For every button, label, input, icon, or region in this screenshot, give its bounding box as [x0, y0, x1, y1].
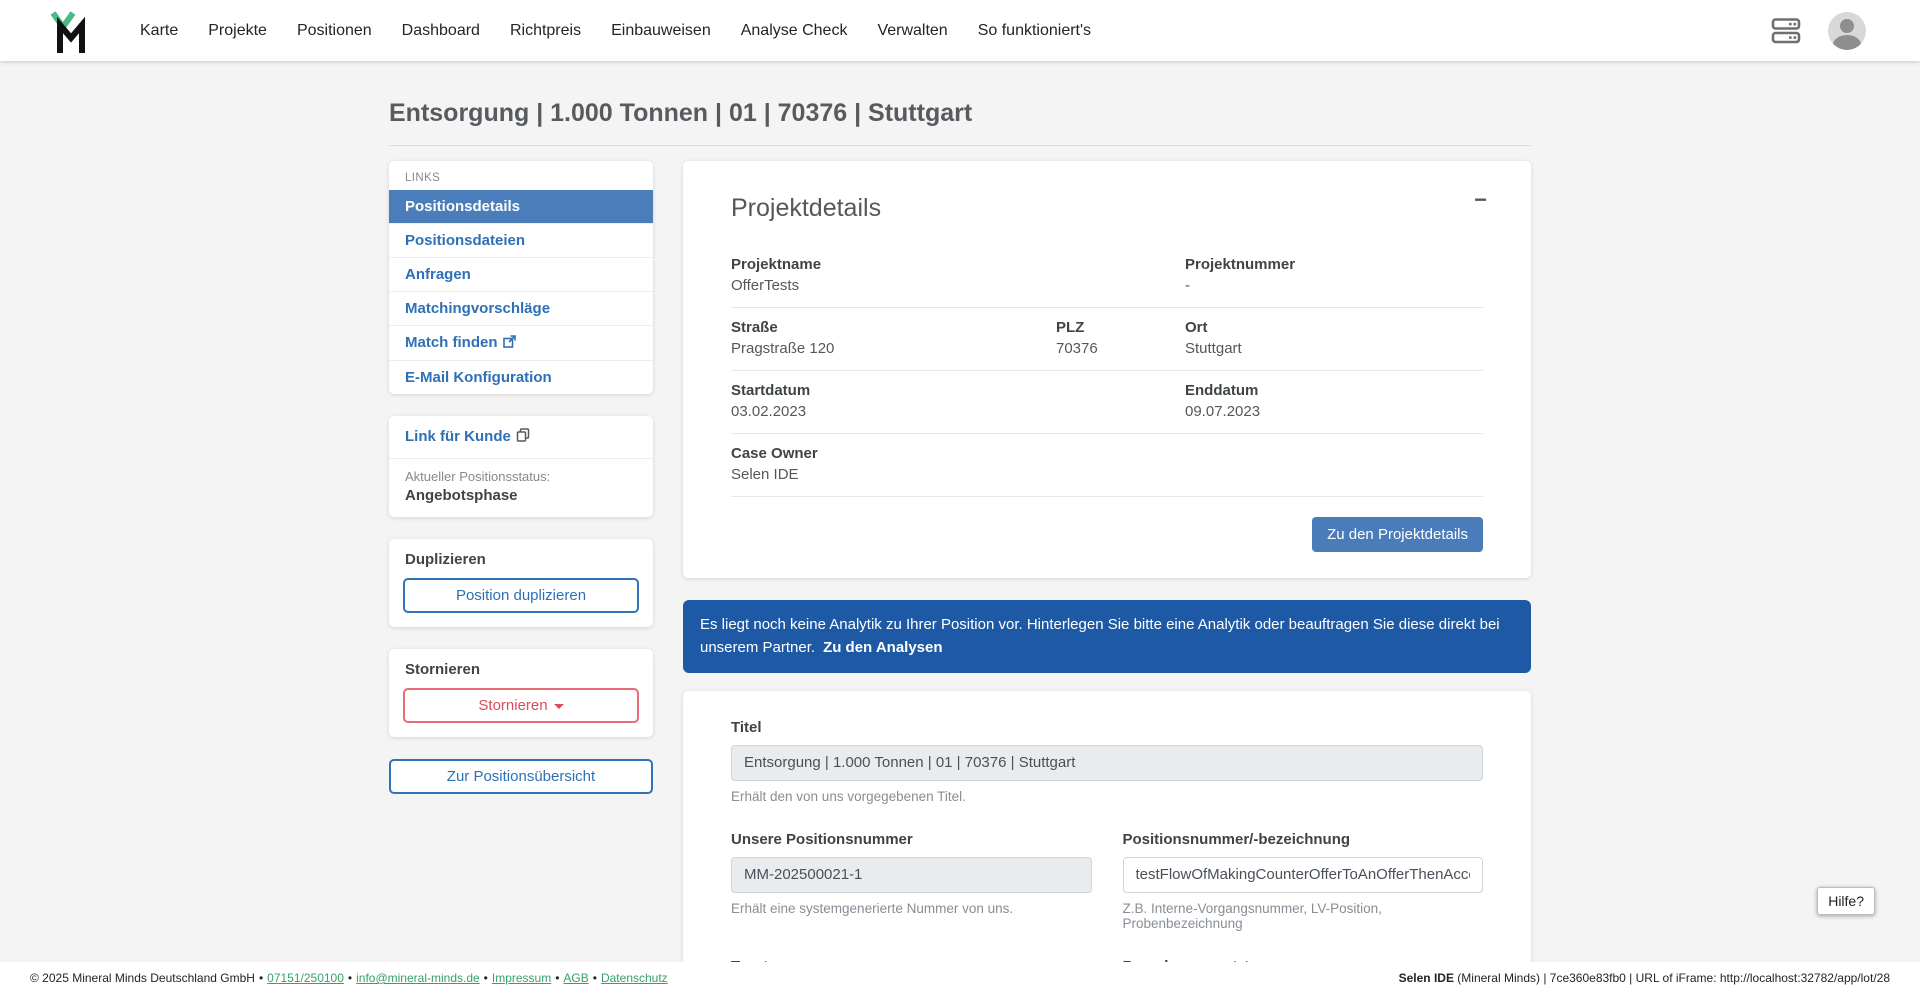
links-card-header: LINKS [405, 172, 441, 184]
positionsnummer-input[interactable] [1122, 856, 1483, 893]
sidebar-item-positionsdateien[interactable]: Positionsdateien [389, 223, 653, 257]
nav-item-richtpreis[interactable]: Richtpreis [495, 0, 596, 61]
field-label: Projektnummer [1185, 256, 1296, 273]
sidebar-item-matchingvorschlaege[interactable]: Matchingvorschläge [389, 291, 653, 325]
titel-input [731, 744, 1483, 781]
position-status-block: Aktueller Positionsstatus: Angebotsphase [389, 458, 653, 517]
stornieren-button[interactable]: Stornieren [403, 688, 639, 723]
sidebar: LINKS Positionsdetails Positionsdateien … [389, 161, 653, 794]
footer-phone-link[interactable]: 07151/250100 [267, 971, 344, 985]
page-content: Entsorgung | 1.000 Tonnen | 01 | 70376 |… [389, 99, 1531, 994]
titel-hint: Erhält den von uns vorgegebenen Titel. [731, 788, 966, 804]
nav-item-so-funktionierts[interactable]: So funktioniert's [963, 0, 1106, 61]
page-title: Entsorgung | 1.000 Tonnen | 01 | 70376 |… [389, 99, 1531, 146]
projektdetails-title: Projektdetails [731, 194, 882, 222]
main-content: Projektdetails − Projektname OfferTests P… [683, 161, 1531, 994]
footer: © 2025 Mineral Minds Deutschland GmbH • 07… [0, 962, 1920, 994]
cancel-heading: Stornieren [405, 661, 481, 678]
cancel-card: Stornieren Stornieren [389, 649, 653, 737]
sidebar-item-positionsdetails[interactable]: Positionsdetails [389, 190, 653, 223]
positionsnummer-hint: Z.B. Interne-Vorgangsnummer, LV-Position… [1122, 900, 1382, 931]
project-row: Straße Pragstraße 120 PLZ 70376 Ort Stuttga… [731, 308, 1483, 371]
link-fuer-kunde-label: Link für Kunde [405, 428, 511, 445]
projektdetails-card: Projektdetails − Projektname OfferTests P… [683, 161, 1531, 578]
nav-item-projekte[interactable]: Projekte [193, 0, 282, 61]
duplicate-heading: Duplizieren [405, 551, 486, 568]
link-fuer-kunde[interactable]: Link für Kunde [389, 416, 653, 458]
nav-item-analyse-check[interactable]: Analyse Check [726, 0, 863, 61]
footer-user: Selen IDE [1398, 971, 1454, 985]
field-value: Pragstraße 120 [731, 340, 835, 357]
nav-item-dashboard[interactable]: Dashboard [387, 0, 495, 61]
titel-label: Titel [731, 718, 762, 736]
field-label: Case Owner [731, 445, 818, 462]
field-value: Selen IDE [731, 466, 799, 483]
footer-email-link[interactable]: info@mineral-minds.de [356, 971, 480, 985]
field-value: 03.02.2023 [731, 403, 807, 420]
nav-item-karte[interactable]: Karte [125, 0, 193, 61]
top-navbar: Karte Projekte Positionen Dashboard Rich… [0, 0, 1920, 61]
collapse-icon[interactable]: − [1474, 189, 1487, 211]
field-label: Enddatum [1185, 382, 1259, 399]
field-value: - [1185, 277, 1190, 294]
user-avatar-icon[interactable] [1828, 11, 1866, 50]
footer-impressum-link[interactable]: Impressum [492, 971, 551, 985]
footer-agb-link[interactable]: AGB [563, 971, 588, 985]
sidebar-item-email-konfiguration[interactable]: E-Mail Konfiguration [389, 360, 653, 394]
positionsnummer-label: Positionsnummer/-bezeichnung [1122, 830, 1351, 848]
position-status-label: Aktueller Positionsstatus: [405, 469, 551, 484]
project-row: Case Owner Selen IDE [731, 434, 1483, 497]
unsere-positionsnummer-label: Unsere Positionsnummer [731, 830, 913, 848]
duplicate-card: Duplizieren Position duplizieren [389, 539, 653, 627]
analytics-info-banner: Es liegt noch keine Analytik zu Ihrer Po… [683, 600, 1531, 673]
field-label: Projektname [731, 256, 822, 273]
position-status-value: Angebotsphase [405, 487, 518, 504]
field-label: Straße [731, 319, 778, 336]
unsere-positionsnummer-hint: Erhält eine systemgenerierte Nummer von … [731, 900, 1014, 916]
external-link-icon [502, 335, 516, 352]
nav-item-verwalten[interactable]: Verwalten [862, 0, 962, 61]
position-form-card: Titel Erhält den von uns vorgegebenen Ti… [683, 690, 1531, 994]
nav-menu: Karte Projekte Positionen Dashboard Rich… [125, 0, 1106, 61]
mineral-minds-logo[interactable] [49, 8, 89, 54]
zu-den-analysen-link[interactable]: Zu den Analysen [823, 639, 942, 656]
banner-text: Es liegt noch keine Analytik zu Ihrer Po… [700, 616, 1500, 657]
status-card: Link für Kunde Aktueller Positionsstatus… [389, 416, 653, 517]
zur-positionsuebersicht-button[interactable]: Zur Positionsübersicht [389, 759, 653, 794]
unsere-positionsnummer-input [731, 856, 1092, 893]
nav-item-einbauweisen[interactable]: Einbauweisen [596, 0, 726, 61]
field-value: Stuttgart [1185, 340, 1242, 357]
sidebar-item-anfragen[interactable]: Anfragen [389, 257, 653, 291]
field-value: 70376 [1056, 340, 1098, 357]
footer-session-info: (Mineral Minds) | 7ce360e83fb0 | URL of … [1453, 971, 1890, 985]
footer-right: Selen IDE (Mineral Minds) | 7ce360e83fb0… [1399, 971, 1890, 985]
stornieren-button-label: Stornieren [478, 697, 548, 714]
field-label: Startdatum [731, 382, 811, 399]
footer-left: © 2025 Mineral Minds Deutschland GmbH • 07… [30, 971, 668, 985]
position-duplizieren-button[interactable]: Position duplizieren [403, 578, 639, 613]
project-row: Projektname OfferTests Projektnummer - [731, 245, 1483, 308]
footer-datenschutz-link[interactable]: Datenschutz [601, 971, 668, 985]
nav-item-positionen[interactable]: Positionen [282, 0, 387, 61]
project-row: Startdatum 03.02.2023 Enddatum 09.07.2023 [731, 371, 1483, 434]
links-card: LINKS Positionsdetails Positionsdateien … [389, 161, 653, 394]
zu-den-projektdetails-button[interactable]: Zu den Projektdetails [1312, 517, 1483, 552]
server-icon[interactable] [1770, 17, 1802, 44]
field-label: PLZ [1056, 319, 1085, 336]
field-value: OfferTests [731, 277, 800, 294]
dropdown-caret-icon [553, 704, 564, 709]
sidebar-item-label: Match finden [405, 334, 498, 351]
copy-icon [516, 428, 530, 446]
field-value: 09.07.2023 [1185, 403, 1261, 420]
field-label: Ort [1185, 319, 1208, 336]
logo-icon [50, 10, 85, 53]
footer-copyright: © 2025 Mineral Minds Deutschland GmbH [30, 971, 255, 985]
hilfe-button[interactable]: Hilfe? [1817, 887, 1875, 915]
sidebar-item-match-finden[interactable]: Match finden [389, 325, 653, 360]
